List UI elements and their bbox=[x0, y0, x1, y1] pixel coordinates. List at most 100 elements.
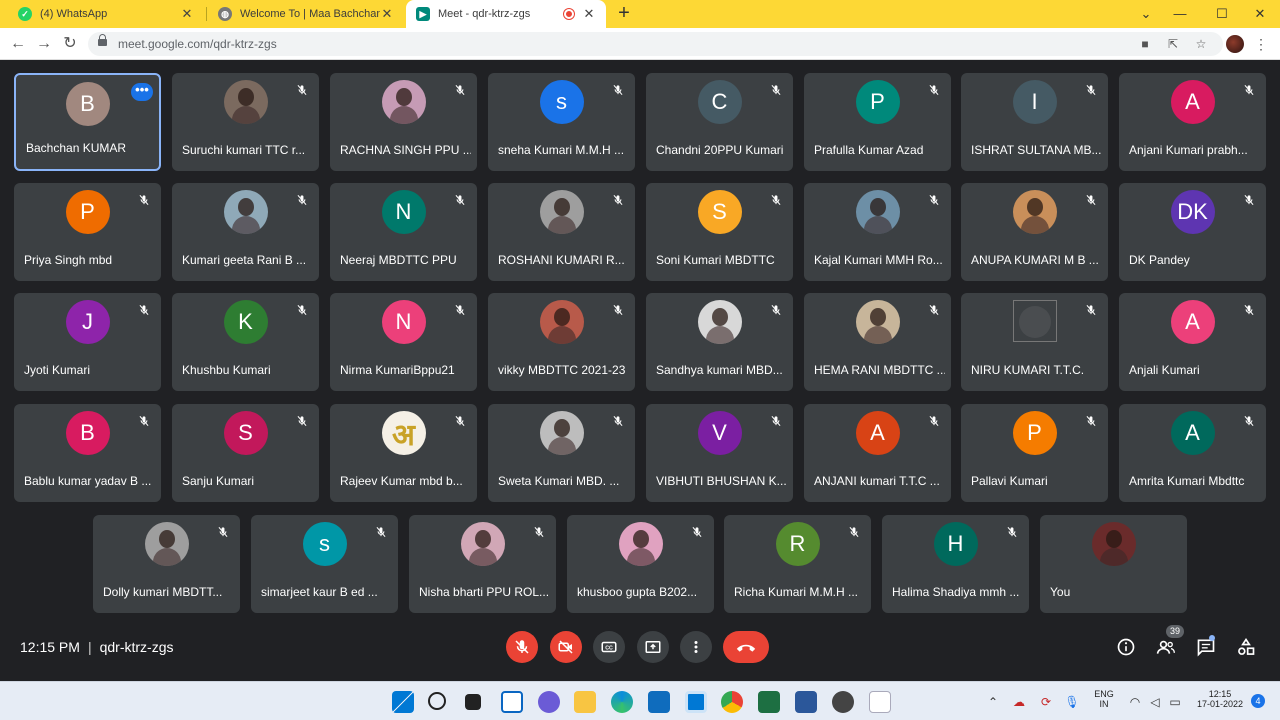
participant-tile[interactable]: P Pallavi Kumari bbox=[961, 404, 1108, 502]
profile-avatar[interactable] bbox=[1226, 35, 1244, 53]
task-view-icon[interactable] bbox=[465, 694, 481, 710]
participant-tile[interactable]: S Sanju Kumari bbox=[172, 404, 319, 502]
people-button[interactable] bbox=[1155, 636, 1177, 658]
present-screen-button[interactable] bbox=[637, 631, 669, 663]
forward-button[interactable]: → bbox=[32, 32, 56, 56]
participant-tile[interactable]: A Amrita Kumari Mbdttc bbox=[1119, 404, 1266, 502]
participant-name: vikky MBDTTC 2021-23 bbox=[498, 363, 626, 377]
mic-toggle-button[interactable] bbox=[506, 631, 538, 663]
edge-icon[interactable] bbox=[611, 691, 633, 713]
close-tab-icon[interactable]: ✕ bbox=[380, 6, 394, 22]
participant-tile[interactable]: Sandhya kumari MBD... bbox=[646, 293, 793, 391]
more-options-button[interactable] bbox=[680, 631, 712, 663]
camera-icon[interactable]: ■ bbox=[1136, 36, 1154, 52]
wifi-icon[interactable]: ◠ bbox=[1126, 693, 1144, 711]
meeting-code[interactable]: qdr-ktrz-zgs bbox=[100, 639, 174, 655]
participant-tile[interactable]: C Chandni 20PPU Kumari bbox=[646, 73, 793, 171]
chrome-profile-icon[interactable] bbox=[832, 691, 854, 713]
participant-tile[interactable]: N Neeraj MBDTTC PPU bbox=[330, 183, 477, 281]
close-tab-icon[interactable]: ✕ bbox=[582, 6, 596, 22]
participant-tile[interactable]: H Halima Shadiya mmh ... bbox=[882, 515, 1029, 613]
participant-tile[interactable]: B Bablu kumar yadav B ... bbox=[14, 404, 161, 502]
omnibox[interactable]: meet.google.com/qdr-ktrz-zgs ■ ⇱ ☆ bbox=[88, 32, 1223, 56]
tab-maa-bachchan[interactable]: ◍ Welcome To | Maa Bachchan Dev ✕ bbox=[208, 0, 404, 28]
participant-tile[interactable]: DK DK Pandey bbox=[1119, 183, 1266, 281]
word-icon[interactable] bbox=[795, 691, 817, 713]
system-clock[interactable]: 12:15 17-01-2022 bbox=[1190, 689, 1250, 709]
store-icon[interactable] bbox=[685, 691, 707, 713]
windows-start-icon[interactable] bbox=[392, 691, 414, 713]
participant-tile[interactable]: Sweta Kumari MBD. ... bbox=[488, 404, 635, 502]
new-tab-button[interactable]: + bbox=[612, 2, 636, 26]
participant-tile[interactable]: ROSHANI KUMARI R... bbox=[488, 183, 635, 281]
captions-button[interactable]: CC bbox=[593, 631, 625, 663]
more-options-icon[interactable]: ••• bbox=[131, 83, 153, 101]
participant-tile[interactable]: Kumari geeta Rani B ... bbox=[172, 183, 319, 281]
participant-tile[interactable]: K Khushbu Kumari bbox=[172, 293, 319, 391]
participant-tile[interactable]: s sneha Kumari M.M.H ... bbox=[488, 73, 635, 171]
tab-whatsapp[interactable]: ✓ (4) WhatsApp ✕ bbox=[8, 0, 204, 28]
maximize-button[interactable]: ☐ bbox=[1202, 0, 1242, 28]
battery-icon[interactable]: ▭ bbox=[1166, 693, 1184, 711]
share-icon[interactable]: ⇱ bbox=[1164, 36, 1182, 52]
participant-tile[interactable]: Suruchi kumari TTC r... bbox=[172, 73, 319, 171]
participant-tile[interactable]: You bbox=[1040, 515, 1187, 613]
tab-meet[interactable]: ▶ Meet - qdr-ktrz-zgs ✕ bbox=[406, 0, 606, 28]
participant-tile[interactable]: A Anjani Kumari prabh... bbox=[1119, 73, 1266, 171]
participant-tile[interactable]: Kajal Kumari MMH Ro... bbox=[804, 183, 951, 281]
widgets-icon[interactable] bbox=[501, 691, 523, 713]
participant-tile[interactable]: I ISHRAT SULTANA MB... bbox=[961, 73, 1108, 171]
bookmark-star-icon[interactable]: ☆ bbox=[1192, 36, 1210, 52]
participant-tile[interactable]: J Jyoti Kumari bbox=[14, 293, 161, 391]
file-explorer-icon[interactable] bbox=[574, 691, 596, 713]
camera-off-icon bbox=[558, 640, 573, 654]
back-button[interactable]: ← bbox=[6, 32, 30, 56]
search-icon[interactable] bbox=[428, 692, 446, 710]
participant-tile[interactable]: HEMA RANI MBDTTC ... bbox=[804, 293, 951, 391]
participant-tile[interactable]: N Nirma KumariBppu21 bbox=[330, 293, 477, 391]
chevron-up-icon[interactable]: ⌃ bbox=[984, 693, 1002, 711]
notification-badge[interactable]: 4 bbox=[1251, 694, 1265, 708]
participant-tile[interactable]: अ Rajeev Kumar mbd b... bbox=[330, 404, 477, 502]
activities-button[interactable] bbox=[1235, 636, 1257, 658]
sync-icon[interactable]: ⟳ bbox=[1037, 693, 1055, 711]
onedrive-icon[interactable]: ☁ bbox=[1010, 693, 1028, 711]
volume-icon[interactable]: ◁ bbox=[1146, 693, 1164, 711]
close-tab-icon[interactable]: ✕ bbox=[180, 6, 194, 22]
participant-tile[interactable]: R Richa Kumari M.M.H ... bbox=[724, 515, 871, 613]
leave-call-button[interactable] bbox=[723, 631, 769, 663]
reload-button[interactable]: ↻ bbox=[58, 32, 82, 56]
browser-menu-icon[interactable]: ⋮ bbox=[1254, 34, 1268, 54]
microphone-icon[interactable]: 🎙 bbox=[1063, 693, 1081, 711]
camera-toggle-button[interactable] bbox=[550, 631, 582, 663]
lock-icon[interactable] bbox=[98, 34, 107, 49]
participant-tile[interactable]: NIRU KUMARI T.T.C. bbox=[961, 293, 1108, 391]
participant-tile[interactable]: ANUPA KUMARI M B ... bbox=[961, 183, 1108, 281]
participant-tile[interactable]: s simarjeet kaur B ed ... bbox=[251, 515, 398, 613]
language-indicator[interactable]: ENG IN bbox=[1092, 689, 1116, 709]
participant-tile[interactable]: A ANJANI kumari T.T.C ... bbox=[804, 404, 951, 502]
mic-muted-icon bbox=[374, 525, 388, 539]
participant-tile[interactable]: khusboo gupta B202... bbox=[567, 515, 714, 613]
participant-tile[interactable]: Dolly kumari MBDTT... bbox=[93, 515, 240, 613]
participant-tile[interactable]: Nisha bharti PPU ROL... bbox=[409, 515, 556, 613]
chrome-icon[interactable] bbox=[721, 691, 743, 713]
participant-avatar: K bbox=[223, 300, 268, 344]
snipping-tool-icon[interactable] bbox=[869, 691, 891, 713]
participant-tile[interactable]: P Prafulla Kumar Azad bbox=[804, 73, 951, 171]
excel-icon[interactable] bbox=[758, 691, 780, 713]
participant-avatar bbox=[223, 190, 268, 234]
participant-tile[interactable]: vikky MBDTTC 2021-23 bbox=[488, 293, 635, 391]
mail-icon[interactable] bbox=[648, 691, 670, 713]
close-window-button[interactable]: ✕ bbox=[1240, 0, 1280, 28]
meeting-details-button[interactable] bbox=[1115, 636, 1137, 658]
teams-chat-icon[interactable] bbox=[538, 691, 560, 713]
participant-tile[interactable]: V VIBHUTI BHUSHAN K... bbox=[646, 404, 793, 502]
participant-tile[interactable]: P Priya Singh mbd bbox=[14, 183, 161, 281]
participant-tile[interactable]: RACHNA SINGH PPU ... bbox=[330, 73, 477, 171]
participant-tile[interactable]: B ••• Bachchan KUMAR bbox=[14, 73, 161, 171]
url-text[interactable]: meet.google.com/qdr-ktrz-zgs bbox=[118, 37, 277, 51]
participant-tile[interactable]: A Anjali Kumari bbox=[1119, 293, 1266, 391]
participant-tile[interactable]: S Soni Kumari MBDTTC bbox=[646, 183, 793, 281]
minimize-button[interactable]: — bbox=[1160, 0, 1200, 28]
